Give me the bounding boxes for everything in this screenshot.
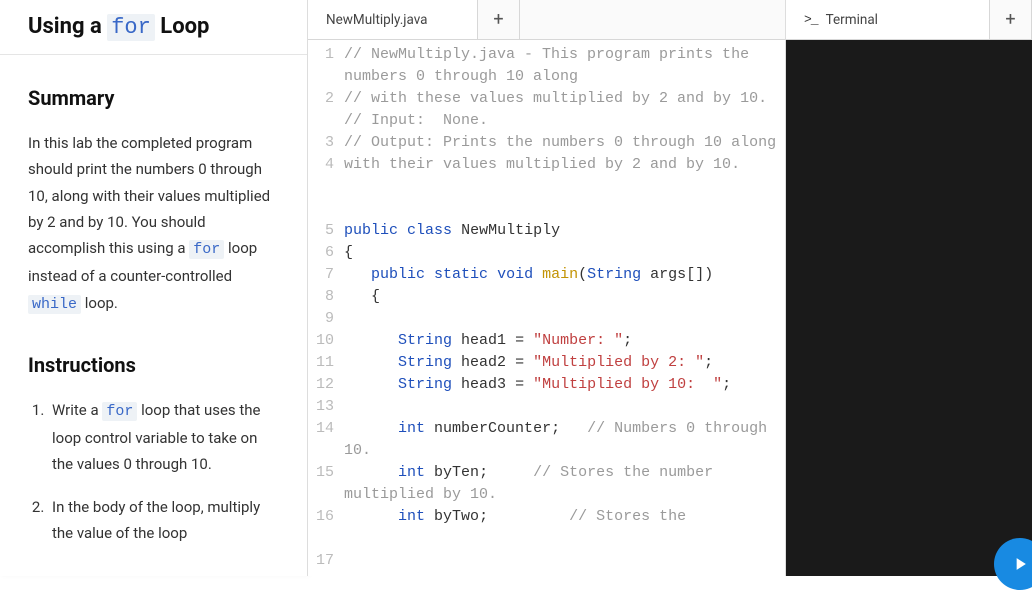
lesson-title-bar: Using a for Loop [0, 0, 307, 55]
code-line[interactable]: { [344, 242, 779, 264]
instruction-text: In the body of the loop, multiply the va… [52, 498, 260, 542]
instructions-body[interactable]: Summary In this lab the completed progra… [0, 55, 307, 576]
title-suffix: Loop [155, 14, 210, 39]
code-line[interactable]: public static void main(String args[]) [344, 264, 779, 286]
play-icon [1010, 554, 1030, 574]
editor-add-tab-button[interactable]: + [478, 0, 520, 39]
code-line[interactable]: int byTen; // Stores the number multipli… [344, 462, 779, 506]
line-number: 16 [308, 506, 334, 528]
instructions-list: Write a for loop that uses the loop cont… [28, 397, 279, 546]
terminal-panel: >_ Terminal + [786, 0, 1032, 576]
code-line[interactable]: int numberCounter; // Numbers 0 through … [344, 418, 779, 462]
line-number: 6 [308, 242, 334, 264]
terminal-tab-label: Terminal [826, 12, 878, 28]
title-prefix: Using a [28, 14, 107, 39]
code-content[interactable]: // NewMultiply.java - This program print… [342, 40, 785, 576]
line-number: 14 [308, 418, 334, 440]
plus-icon: + [493, 9, 503, 30]
line-number: 11 [308, 352, 334, 374]
lesson-title: Using a for Loop [28, 14, 283, 40]
summary-text-part: loop. [81, 294, 118, 312]
line-number: 8 [308, 286, 334, 308]
line-number: 3 [308, 132, 334, 154]
line-number: 10 [308, 330, 334, 352]
code-line[interactable]: int byTwo; // Stores the [344, 506, 779, 528]
instructions-panel: Using a for Loop Summary In this lab the… [0, 0, 308, 576]
summary-code-while: while [28, 295, 81, 314]
terminal-add-tab-button[interactable]: + [990, 0, 1032, 39]
line-number: 7 [308, 264, 334, 286]
line-number: 1 [308, 44, 334, 66]
run-button[interactable] [994, 538, 1032, 590]
code-line[interactable]: String head1 = "Number: "; [344, 330, 779, 352]
code-line[interactable]: String head2 = "Multiplied by 2: "; [344, 352, 779, 374]
code-line[interactable] [344, 308, 779, 330]
line-number: 5 [308, 220, 334, 242]
line-number: 17 [308, 550, 334, 572]
line-number: 4 [308, 154, 334, 176]
plus-icon: + [1005, 9, 1015, 30]
line-number: 12 [308, 374, 334, 396]
code-editor[interactable]: 1234567891011121314151617 // NewMultiply… [308, 40, 785, 576]
code-line[interactable]: // Input: None. [344, 110, 779, 132]
code-line[interactable]: String head3 = "Multiplied by 10: "; [344, 374, 779, 396]
instruction-item: In the body of the loop, multiply the va… [48, 494, 279, 547]
terminal-tab-bar: >_ Terminal + [786, 0, 1032, 40]
code-line[interactable]: { [344, 286, 779, 308]
line-number: 13 [308, 396, 334, 418]
summary-code-for: for [189, 240, 224, 259]
line-number: 2 [308, 88, 334, 110]
summary-heading: Summary [28, 81, 279, 116]
code-line[interactable] [344, 176, 779, 198]
editor-tab-bar: NewMultiply.java + [308, 0, 785, 40]
instruction-item: Write a for loop that uses the loop cont… [48, 397, 279, 478]
editor-tab[interactable]: NewMultiply.java [308, 0, 478, 39]
line-number-gutter: 1234567891011121314151617 [308, 40, 342, 576]
summary-text: In this lab the completed program should… [28, 130, 279, 318]
code-line[interactable]: public class NewMultiply [344, 220, 779, 242]
terminal-tab[interactable]: >_ Terminal [786, 0, 990, 39]
terminal-icon: >_ [804, 12, 818, 27]
instruction-code-for: for [102, 402, 137, 421]
line-number: 9 [308, 308, 334, 330]
code-line[interactable]: // NewMultiply.java - This program print… [344, 44, 779, 88]
instructions-heading: Instructions [28, 348, 279, 383]
code-line[interactable] [344, 198, 779, 220]
code-line[interactable]: // Output: Prints the numbers 0 through … [344, 132, 779, 176]
editor-panel: NewMultiply.java + 123456789101112131415… [308, 0, 786, 576]
code-line[interactable]: // with these values multiplied by 2 and… [344, 88, 779, 110]
instruction-text: Write a [52, 401, 102, 419]
editor-tab-label: NewMultiply.java [326, 12, 428, 28]
terminal-body[interactable] [786, 40, 1032, 576]
title-code: for [107, 14, 155, 41]
line-number: 15 [308, 462, 334, 484]
